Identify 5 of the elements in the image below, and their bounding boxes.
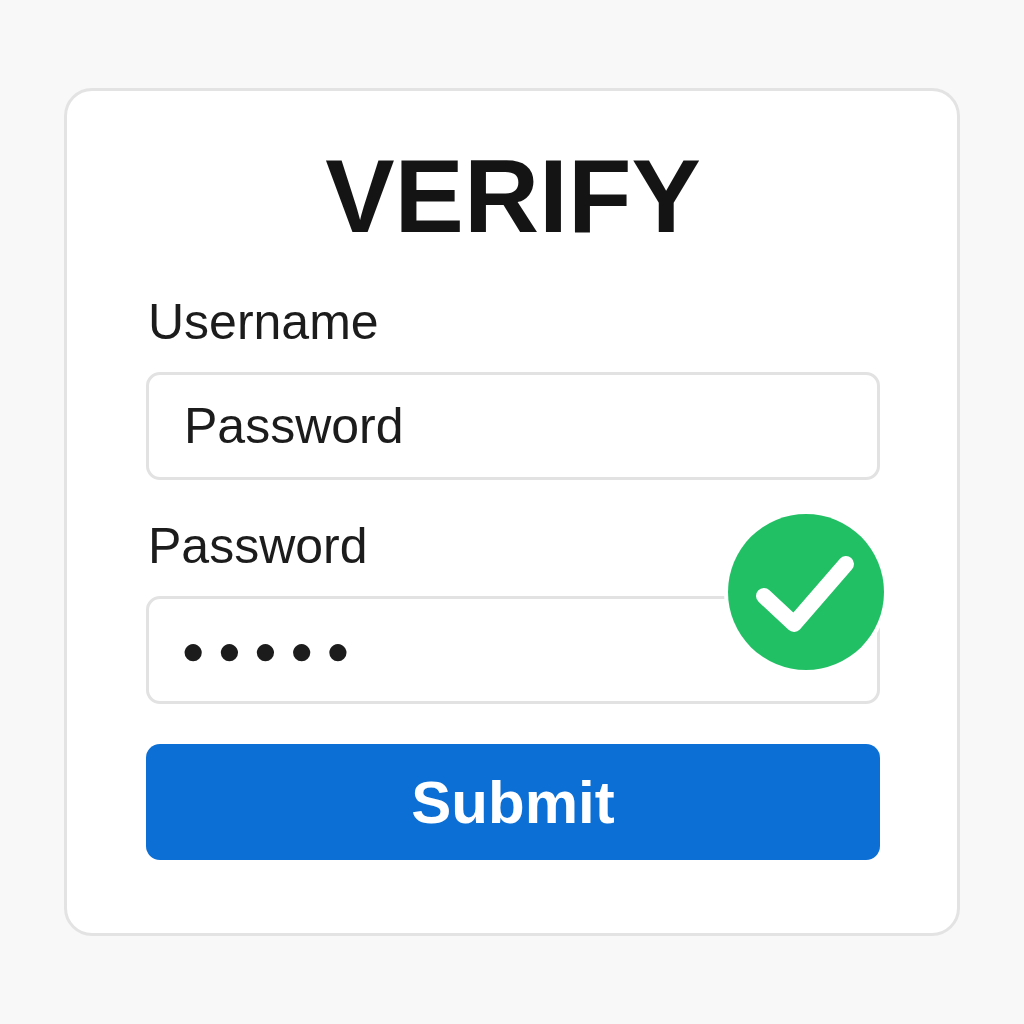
submit-button[interactable]: Submit [146,744,880,860]
form-title: VERIFY [324,137,702,256]
field-label: Username [147,293,380,352]
input-field[interactable]: Password [146,372,880,480]
field-label: Password [147,517,369,576]
